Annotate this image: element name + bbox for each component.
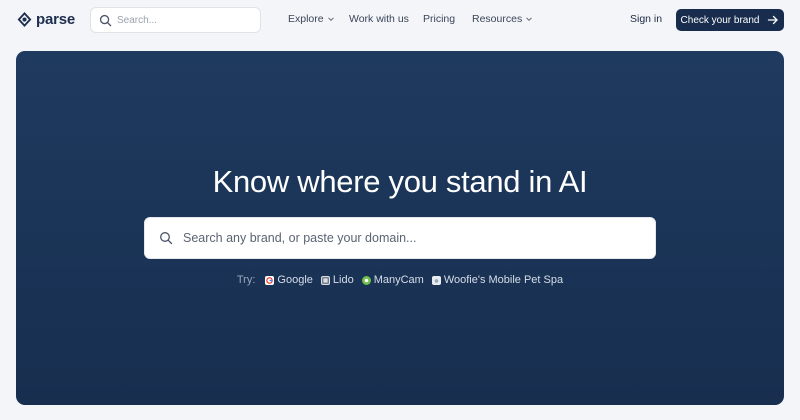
search-icon (160, 232, 173, 245)
nav-pricing[interactable]: Pricing (423, 13, 455, 25)
search-icon (99, 14, 112, 26)
header-search-input[interactable] (117, 14, 257, 26)
manycam-icon (361, 275, 371, 285)
woofies-icon (431, 275, 441, 285)
suggestion-manycam[interactable]: ManyCam (361, 274, 424, 286)
chevron-down-icon (526, 17, 533, 22)
hero-title: Know where you stand in AI (212, 164, 588, 199)
google-icon (265, 275, 275, 285)
header-search[interactable] (90, 7, 261, 33)
top-nav-bar: parse Explore Work with us Pricing Resou… (0, 0, 800, 40)
nav-explore[interactable]: Explore (288, 13, 335, 25)
nav-pricing-label: Pricing (423, 13, 456, 25)
lido-icon (320, 275, 330, 285)
try-label: Try: (236, 274, 256, 286)
chevron-down-icon (327, 17, 334, 22)
arrow-right-icon (768, 15, 779, 25)
suggestion-label: Lido (332, 274, 354, 286)
nav-explore-label: Explore (288, 13, 324, 25)
suggestion-label: Google (277, 274, 313, 286)
logo-text: parse (36, 11, 76, 28)
nav-resources-label: Resources (472, 13, 523, 25)
suggestion-lido[interactable]: Lido (320, 274, 354, 286)
nav-resources[interactable]: Resources (472, 13, 533, 25)
signin-link[interactable]: Sign in (630, 13, 662, 25)
nav-work-with-us[interactable]: Work with us (349, 13, 409, 25)
suggestion-google[interactable]: Google (265, 274, 313, 286)
suggestion-label: ManyCam (373, 274, 424, 286)
brand-search-box[interactable] (144, 217, 656, 259)
parse-logo[interactable]: parse (17, 11, 75, 28)
cta-label: Check your brand (680, 14, 760, 26)
try-suggestions: Try: Google Lido ManyCam Woofie's Mobile… (0, 274, 800, 286)
suggestion-label: Woofie's Mobile Pet Spa (443, 274, 564, 286)
brand-search-input[interactable] (183, 231, 643, 245)
suggestion-woofies[interactable]: Woofie's Mobile Pet Spa (431, 274, 564, 286)
check-your-brand-button[interactable]: Check your brand (676, 9, 784, 31)
parse-logo-icon (17, 12, 32, 27)
nav-work-with-us-label: Work with us (349, 13, 409, 25)
